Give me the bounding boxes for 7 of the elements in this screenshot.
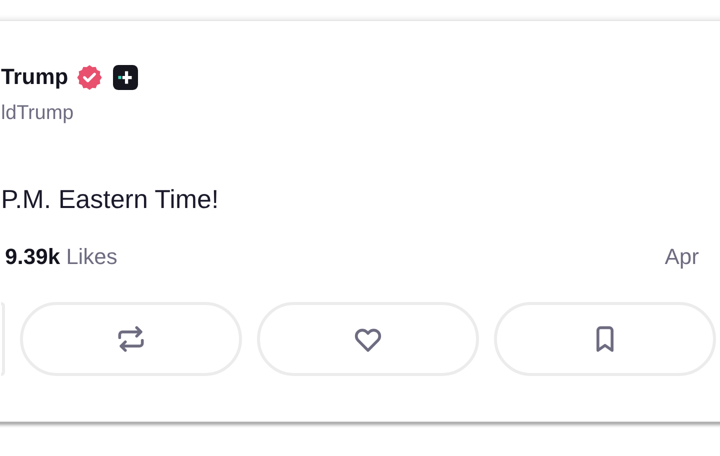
plus-icon	[113, 64, 138, 90]
author-handle: ldTrump	[1, 101, 75, 125]
author-name: Trump	[1, 63, 68, 91]
likes-label: Likes	[66, 244, 118, 270]
post-date: Apr	[664, 244, 699, 270]
likes-count: 9.39k	[5, 244, 60, 270]
post-text: P.M. Eastern Time!	[1, 183, 220, 215]
